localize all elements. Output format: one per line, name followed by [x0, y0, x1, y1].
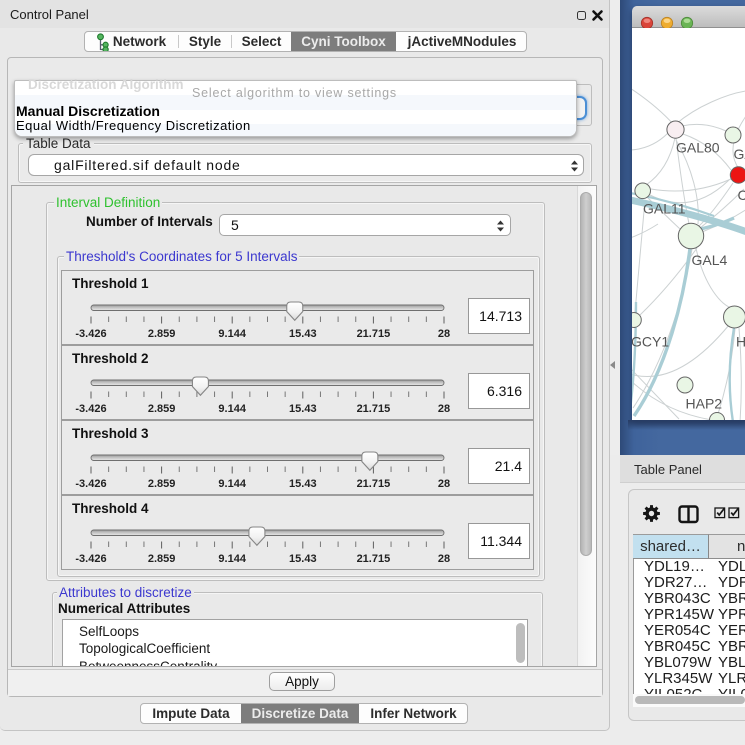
svg-text:15.43: 15.43: [289, 553, 317, 565]
svg-text:GAL11: GAL11: [643, 201, 686, 217]
svg-text:GCY1: GCY1: [632, 334, 669, 350]
svg-text:21.715: 21.715: [357, 403, 391, 415]
svg-text:2.859: 2.859: [148, 328, 176, 340]
svg-text:15.43: 15.43: [289, 478, 317, 490]
svg-text:-3.426: -3.426: [75, 403, 106, 415]
svg-text:GAL4: GAL4: [692, 252, 728, 268]
svg-text:9.144: 9.144: [218, 403, 246, 415]
svg-text:21.715: 21.715: [357, 328, 391, 340]
svg-text:2.859: 2.859: [148, 553, 176, 565]
svg-text:28: 28: [438, 403, 450, 415]
svg-text:9.144: 9.144: [218, 328, 246, 340]
svg-text:-3.426: -3.426: [75, 553, 106, 565]
svg-text:9.144: 9.144: [218, 553, 246, 565]
svg-text:GAL80: GAL80: [676, 140, 720, 156]
svg-text:HAP2: HAP2: [686, 396, 723, 412]
svg-text:21.715: 21.715: [357, 553, 391, 565]
svg-text:-3.426: -3.426: [75, 328, 106, 340]
svg-text:2.859: 2.859: [148, 403, 176, 415]
svg-text:CY: CY: [738, 187, 745, 203]
svg-text:2.859: 2.859: [148, 478, 176, 490]
svg-text:28: 28: [438, 328, 450, 340]
svg-text:9.144: 9.144: [218, 478, 246, 490]
svg-text:15.43: 15.43: [289, 403, 317, 415]
svg-text:21.715: 21.715: [357, 478, 391, 490]
svg-text:28: 28: [438, 478, 450, 490]
svg-text:15.43: 15.43: [289, 328, 317, 340]
svg-text:GA: GA: [734, 146, 745, 162]
svg-text:H: H: [736, 334, 745, 350]
svg-text:28: 28: [438, 553, 450, 565]
svg-text:-3.426: -3.426: [75, 478, 106, 490]
